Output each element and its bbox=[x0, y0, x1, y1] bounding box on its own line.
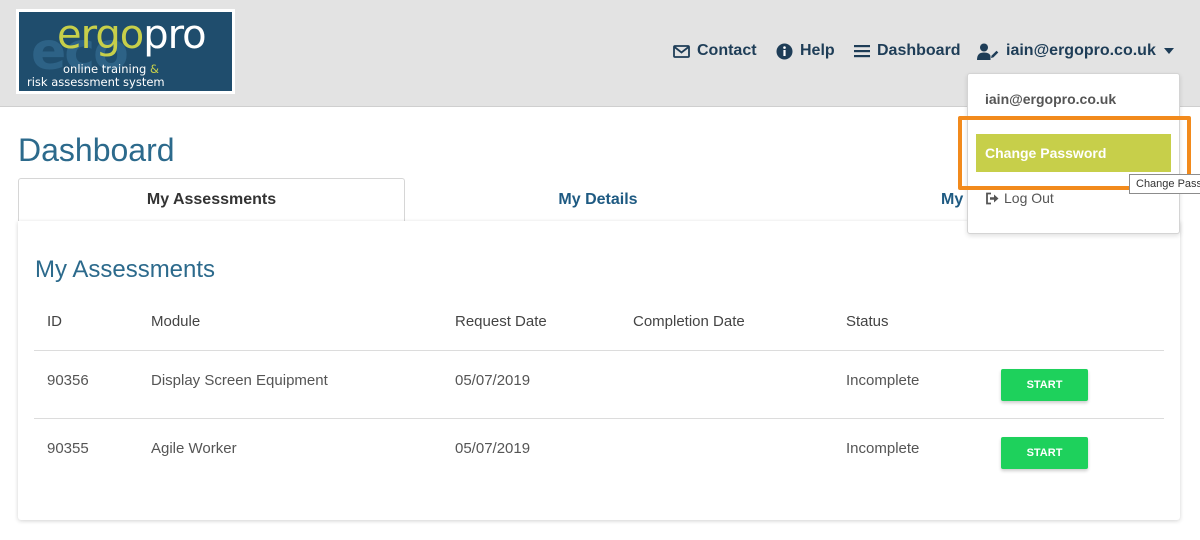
ergopro-logo[interactable]: eco ergopro online training & risk asses… bbox=[16, 9, 235, 94]
assessments-title: My Assessments bbox=[35, 256, 216, 283]
dropdown-user-email: iain@ergopro.co.uk bbox=[985, 91, 1117, 107]
nav-contact-label: Contact bbox=[697, 42, 757, 59]
logo-tagline-line2: risk assessment system bbox=[27, 75, 165, 89]
nav-contact-link[interactable]: Contact bbox=[673, 41, 757, 61]
page-title: Dashboard bbox=[18, 132, 175, 168]
nav-dashboard-link[interactable]: Dashboard bbox=[854, 41, 961, 61]
column-header-id: ID bbox=[47, 313, 62, 330]
envelope-icon bbox=[673, 44, 690, 58]
row-module: Agile Worker bbox=[151, 440, 237, 457]
logo-tagline-line1: online training & bbox=[63, 62, 159, 76]
tab-my-assessments[interactable]: My Assessments bbox=[18, 178, 405, 221]
row-id: 90355 bbox=[47, 440, 89, 457]
tooltip: Change Pass bbox=[1129, 174, 1200, 194]
nav-help-link[interactable]: Help bbox=[776, 41, 835, 61]
log-out-menu-item[interactable]: Log Out bbox=[985, 190, 1054, 206]
row-module: Display Screen Equipment bbox=[151, 372, 328, 389]
column-header-request-date: Request Date bbox=[455, 313, 547, 330]
logo-word-pro: pro bbox=[143, 12, 206, 58]
start-button[interactable]: START bbox=[1001, 369, 1088, 401]
table-header-divider bbox=[34, 350, 1164, 351]
column-header-status: Status bbox=[846, 313, 889, 330]
logo-panel: eco ergopro online training & risk asses… bbox=[19, 12, 232, 91]
bars-icon bbox=[854, 45, 870, 58]
user-edit-icon bbox=[977, 43, 999, 60]
column-header-module: Module bbox=[151, 313, 201, 330]
info-circle-icon bbox=[776, 43, 793, 59]
nav-dashboard-label: Dashboard bbox=[877, 42, 961, 59]
logo-wordmark: ergopro bbox=[57, 12, 207, 58]
row-id: 90356 bbox=[47, 372, 89, 389]
start-button[interactable]: START bbox=[1001, 437, 1088, 469]
sign-out-icon bbox=[986, 192, 999, 204]
column-header-completion-date: Completion Date bbox=[633, 313, 745, 330]
table-row-divider bbox=[34, 418, 1164, 419]
user-menu-toggle[interactable]: iain@ergopro.co.uk bbox=[977, 41, 1174, 61]
logo-tagline-amp: & bbox=[149, 62, 159, 76]
logo-word-ergo: ergo bbox=[57, 12, 144, 58]
assessments-panel: My Assessments ID Module Request Date Co… bbox=[18, 221, 1180, 520]
row-request-date: 05/07/2019 bbox=[455, 440, 531, 457]
row-status: Incomplete bbox=[846, 372, 920, 389]
nav-help-label: Help bbox=[800, 42, 835, 59]
nav-user-email: iain@ergopro.co.uk bbox=[1006, 42, 1156, 59]
row-request-date: 05/07/2019 bbox=[455, 372, 531, 389]
log-out-label: Log Out bbox=[1004, 190, 1054, 206]
caret-down-icon bbox=[1163, 48, 1174, 54]
row-status: Incomplete bbox=[846, 440, 920, 457]
tab-my-details[interactable]: My Details bbox=[408, 178, 788, 221]
logo-tagline-text1: online training bbox=[63, 62, 147, 76]
